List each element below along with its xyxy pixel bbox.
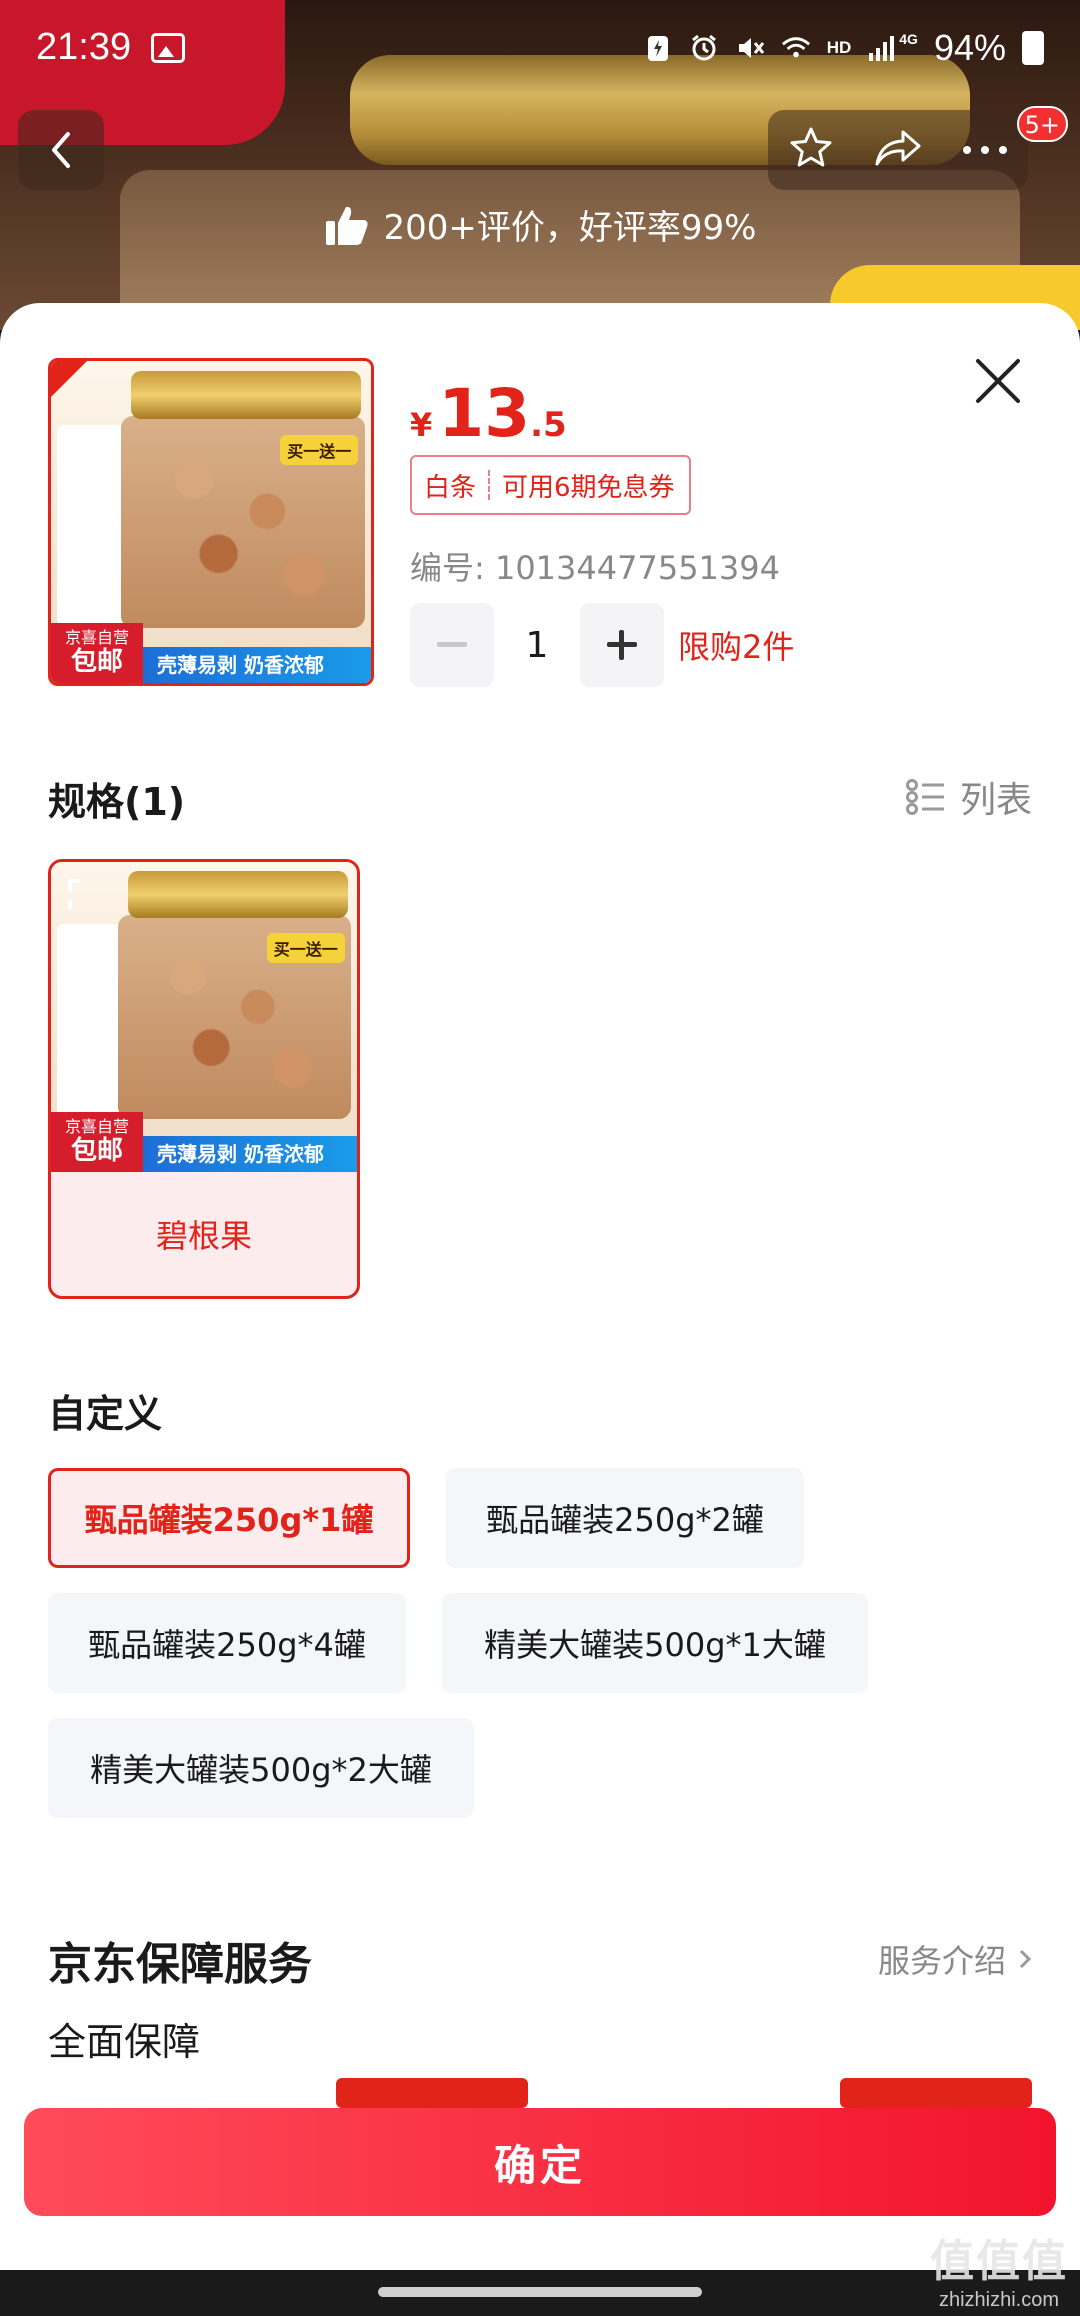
list-view-toggle[interactable]: 列表 [905, 771, 1032, 823]
minus-icon [437, 642, 467, 647]
watermark-logo: 值值值 [930, 2237, 1068, 2286]
battery-percent: 94% [933, 26, 1006, 68]
price: ¥ 13 .5 [410, 375, 567, 452]
guarantee-subtitle: 全面保障 [48, 2020, 201, 2064]
signal-icon [867, 33, 897, 63]
self-operated-tag: 京喜自营 包邮 [51, 623, 143, 683]
coupon-baitiao-label: 白条 [424, 472, 477, 503]
custom-option-chip[interactable]: 甄品罐装250g*1罐 [48, 1468, 410, 1568]
spec-option-name: 碧根果 [155, 1217, 252, 1255]
price-decimal: .5 [530, 405, 567, 445]
top-action-group [768, 110, 1028, 190]
review-summary-text: 200+评价，好评率99% [383, 208, 757, 248]
share-icon [875, 130, 921, 166]
network-gen-label: 4G [899, 30, 918, 47]
spec-section-title: 规格(1) [48, 780, 186, 824]
custom-section-title: 自定义 [48, 1392, 163, 1436]
spec-self-operated-label: 京喜自营 [64, 1117, 129, 1136]
quantity-value[interactable]: 1 [494, 625, 580, 666]
home-indicator[interactable] [378, 2287, 702, 2297]
network-hd-label: HD [826, 37, 852, 57]
expand-icon[interactable] [67, 878, 101, 912]
spec-jar-lid-image [127, 871, 348, 918]
share-button[interactable] [873, 126, 923, 174]
free-shipping-label: 包邮 [70, 647, 123, 677]
close-icon [976, 359, 1020, 403]
chevron-left-icon [52, 132, 70, 168]
price-integer: 13 [438, 375, 531, 452]
guarantee-tag-peek [840, 2078, 1032, 2108]
spec-option-card[interactable]: 买一送一 京喜自营 包邮 壳薄易剥 奶香浓郁 碧根果 [48, 859, 360, 1299]
guarantee-section-title: 京东保障服务 [48, 1939, 312, 1990]
more-dots-icon [963, 145, 1007, 154]
watermark: 值值值 zhizhizhi.com [930, 2225, 1068, 2312]
close-button[interactable] [968, 351, 1028, 411]
mute-icon [735, 33, 765, 63]
watermark-url: zhizhizhi.com [938, 2289, 1060, 2311]
thumbnail-corner-mark [51, 361, 87, 397]
spec-product-slogan: 壳薄易剥 奶香浓郁 [143, 1136, 357, 1172]
installment-coupon[interactable]: 白条 可用6期免息券 [410, 455, 691, 515]
status-time: 21:39 [36, 26, 132, 68]
spec-free-shipping-label: 包邮 [70, 1136, 123, 1166]
sku-number: 编号: 10134477551394 [410, 549, 780, 587]
custom-option-chip[interactable]: 甄品罐装250g*4罐 [48, 1593, 406, 1693]
status-icons: HD 4G 94% [643, 27, 1044, 69]
review-banner[interactable]: 200+评价，好评率99% [0, 200, 1080, 249]
status-bar: 21:39 HD 4G 94% [0, 0, 1080, 95]
alarm-icon [689, 33, 719, 63]
guarantee-tag-peek [336, 2078, 528, 2108]
gallery-notification-icon [151, 32, 186, 63]
back-button[interactable] [18, 110, 104, 190]
chevron-right-icon [1019, 1949, 1032, 1969]
star-icon [790, 127, 832, 167]
custom-option-chip[interactable]: 精美大罐装500g*1大罐 [442, 1593, 868, 1693]
increase-quantity-button[interactable] [580, 603, 664, 687]
self-operated-label: 京喜自营 [64, 628, 129, 647]
wifi-icon [781, 33, 811, 63]
sku-selector-sheet: 买一送一 京喜自营 包邮 壳薄易剥 奶香浓郁 ¥ 13 .5 白条 可用6期免息… [0, 303, 1080, 2270]
custom-option-chip[interactable]: 甄品罐装250g*2罐 [446, 1468, 804, 1568]
thumbs-up-icon [325, 206, 368, 245]
purchase-limit: 限购2件 [678, 628, 795, 666]
spec-buy-one-get-one-badge: 买一送一 [266, 933, 345, 964]
buy-one-get-one-badge: 买一送一 [280, 435, 359, 466]
message-count-badge: 5+ [1016, 106, 1068, 142]
more-button[interactable] [961, 141, 1009, 160]
battery-saver-icon [643, 33, 673, 63]
decrease-quantity-button[interactable] [410, 603, 494, 687]
jar-lid-image [131, 370, 362, 419]
price-currency: ¥ [410, 406, 433, 444]
service-intro-label: 服务介绍 [877, 1942, 1006, 1980]
product-thumbnail[interactable]: 买一送一 京喜自营 包邮 壳薄易剥 奶香浓郁 [48, 358, 374, 686]
plus-icon [607, 630, 637, 660]
list-toggle-label: 列表 [959, 780, 1032, 821]
battery-icon [1022, 30, 1044, 65]
favorite-button[interactable] [787, 124, 835, 176]
service-intro-link[interactable]: 服务介绍 [878, 1936, 1032, 1982]
list-icon [905, 779, 944, 815]
quantity-stepper: 1 限购2件 [410, 603, 794, 687]
spec-self-operated-tag: 京喜自营 包邮 [51, 1112, 143, 1172]
custom-option-chip[interactable]: 精美大罐装500g*2大罐 [48, 1718, 474, 1818]
confirm-button[interactable]: 确定 [24, 2108, 1056, 2216]
product-slogan: 壳薄易剥 奶香浓郁 [143, 647, 371, 683]
spec-option-image: 买一送一 京喜自营 包邮 壳薄易剥 奶香浓郁 [51, 862, 357, 1172]
coupon-text: 可用6期免息券 [502, 472, 675, 503]
